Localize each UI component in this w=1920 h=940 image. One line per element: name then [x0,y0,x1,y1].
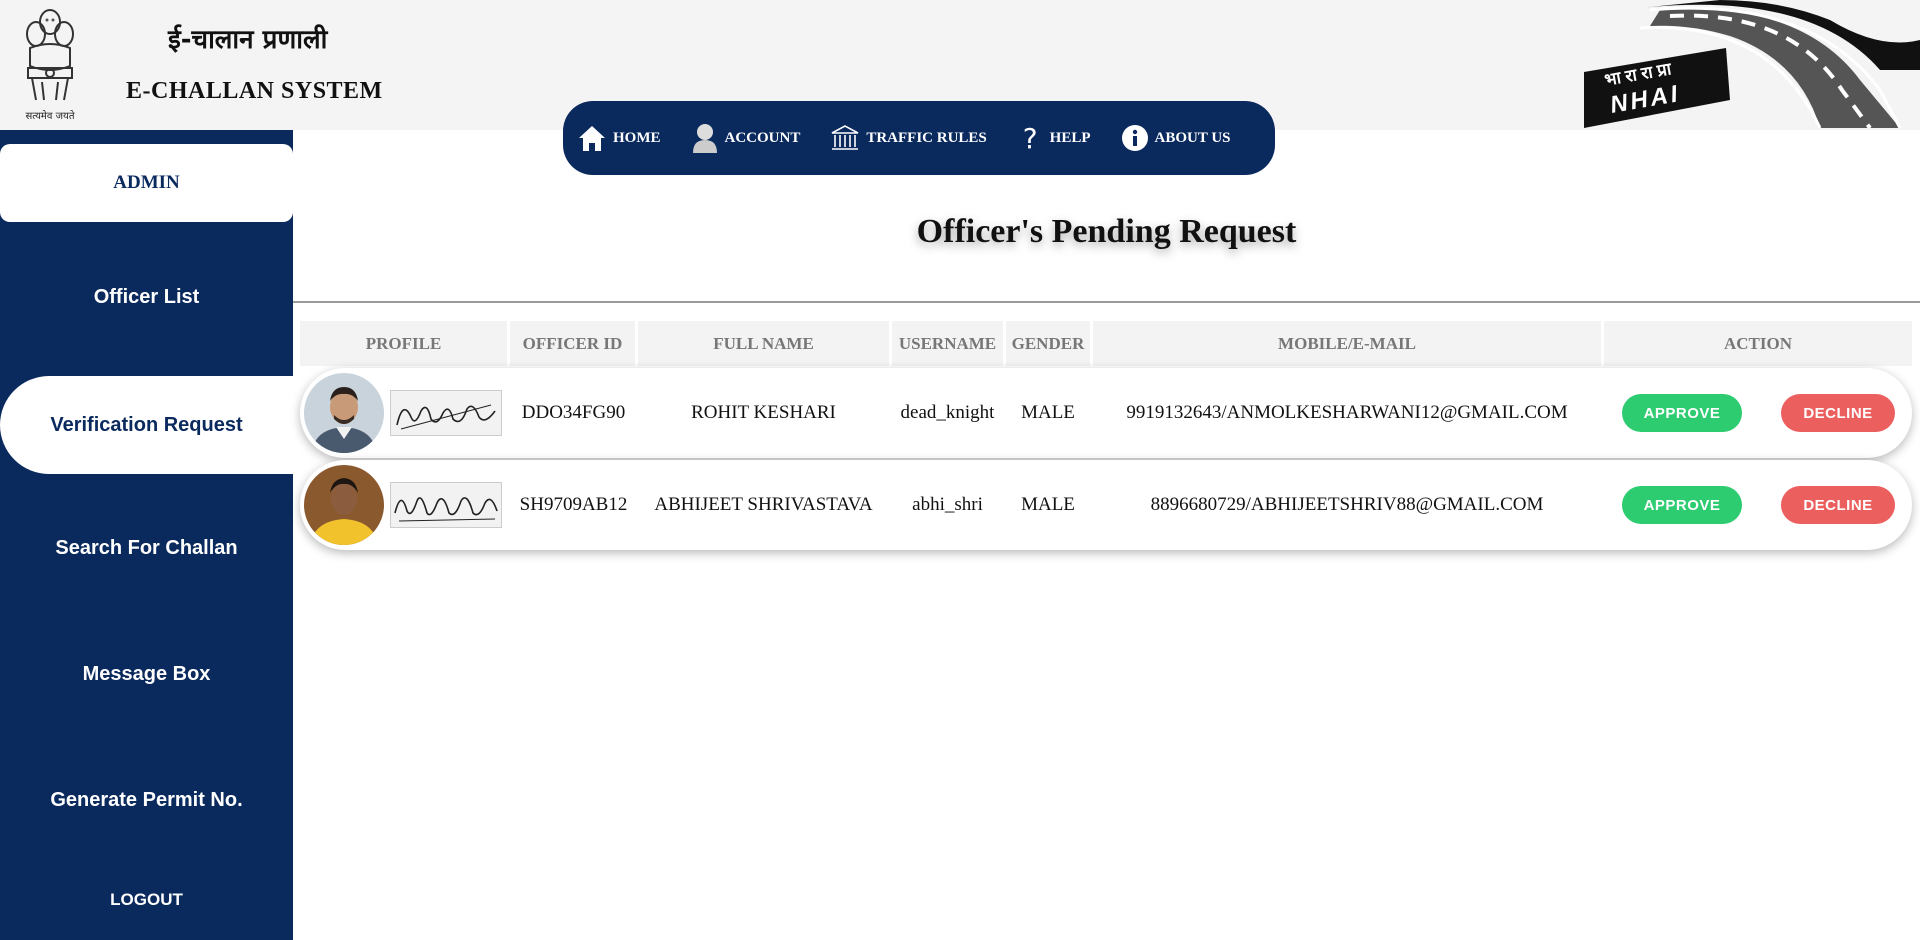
sidebar: ADMIN Officer List Verification Request … [0,130,293,940]
contact-cell: 8896680729/ABHIJEETSHRIV88@GMAIL.COM [1150,494,1544,515]
approve-button[interactable]: APPROVE [1622,486,1742,524]
approve-button[interactable]: APPROVE [1622,394,1742,432]
table-row: DDO34FG90 ROHIT KESHARI dead_knight MALE… [300,368,1912,458]
nav-home[interactable]: HOME [577,124,661,152]
officer-id-cell: SH9709AB12 [519,494,628,515]
user-icon [691,123,719,153]
column-header-action: ACTION [1604,321,1912,366]
divider [293,301,1920,303]
emblem-motto: सत्यमेव जयते [25,111,75,122]
nav-account[interactable]: ACCOUNT [691,123,801,153]
contact-cell: 9919132643/ANMOLKESHARWANI12@GMAIL.COM [1126,402,1568,423]
signature-image [390,482,502,528]
site-title-english: E-CHALLAN SYSTEM [126,78,383,104]
sidebar-item-message-box[interactable]: Message Box [0,663,293,686]
decline-button[interactable]: DECLINE [1781,394,1895,432]
nav-home-label: HOME [613,129,661,146]
column-header-username: USERNAME [892,321,1003,366]
nav-help-label: HELP [1049,129,1091,146]
page-title: Officer's Pending Request [916,213,1297,250]
decline-button[interactable]: DECLINE [1781,486,1895,524]
info-icon [1121,124,1149,152]
avatar [304,465,384,545]
username-cell: abhi_shri [912,494,983,515]
question-icon: ? [1022,121,1038,155]
column-header-gender: GENDER [1006,321,1090,366]
main-nav: HOME ACCOUNT TRAFFIC RULES ? HELP ABOUT … [563,101,1275,175]
column-header-contact: MOBILE/E-MAIL [1093,321,1601,366]
nav-traffic-rules-label: TRAFFIC RULES [866,129,987,146]
column-header-full-name: FULL NAME [638,321,889,366]
national-emblem-logo: सत्यमेव जयते [14,4,86,122]
bank-icon [830,124,860,152]
nav-help[interactable]: ? HELP [1017,122,1091,155]
sidebar-item-officer-list[interactable]: Officer List [0,286,293,309]
nhai-logo: भा रा रा प्रा NHAI [1580,0,1920,130]
column-header-profile: PROFILE [300,321,507,366]
sidebar-item-search-for-challan[interactable]: Search For Challan [0,537,293,560]
sidebar-item-verification-request[interactable]: Verification Request [0,376,293,474]
username-cell: dead_knight [900,402,995,423]
full-name-cell: ABHIJEET SHRIVASTAVA [654,494,873,515]
nav-about-us-label: ABOUT US [1154,129,1231,146]
logout-button[interactable]: LOGOUT [0,890,293,910]
gender-cell: MALE [1021,402,1075,423]
sidebar-admin-badge: ADMIN [0,144,293,222]
full-name-cell: ROHIT KESHARI [691,402,836,423]
table-row: SH9709AB12 ABHIJEET SHRIVASTAVA abhi_shr… [300,460,1912,550]
nav-account-label: ACCOUNT [724,129,801,146]
site-title-hindi: ई-चालान प्रणाली [168,25,328,55]
gender-cell: MALE [1021,494,1075,515]
nav-about-us[interactable]: ABOUT US [1121,124,1231,152]
avatar [304,373,384,453]
column-header-officer-id: OFFICER ID [510,321,635,366]
nav-traffic-rules[interactable]: TRAFFIC RULES [830,124,987,152]
officer-id-cell: DDO34FG90 [521,402,626,423]
home-icon [577,124,607,152]
signature-image [390,390,502,436]
sidebar-item-generate-permit[interactable]: Generate Permit No. [0,789,293,812]
